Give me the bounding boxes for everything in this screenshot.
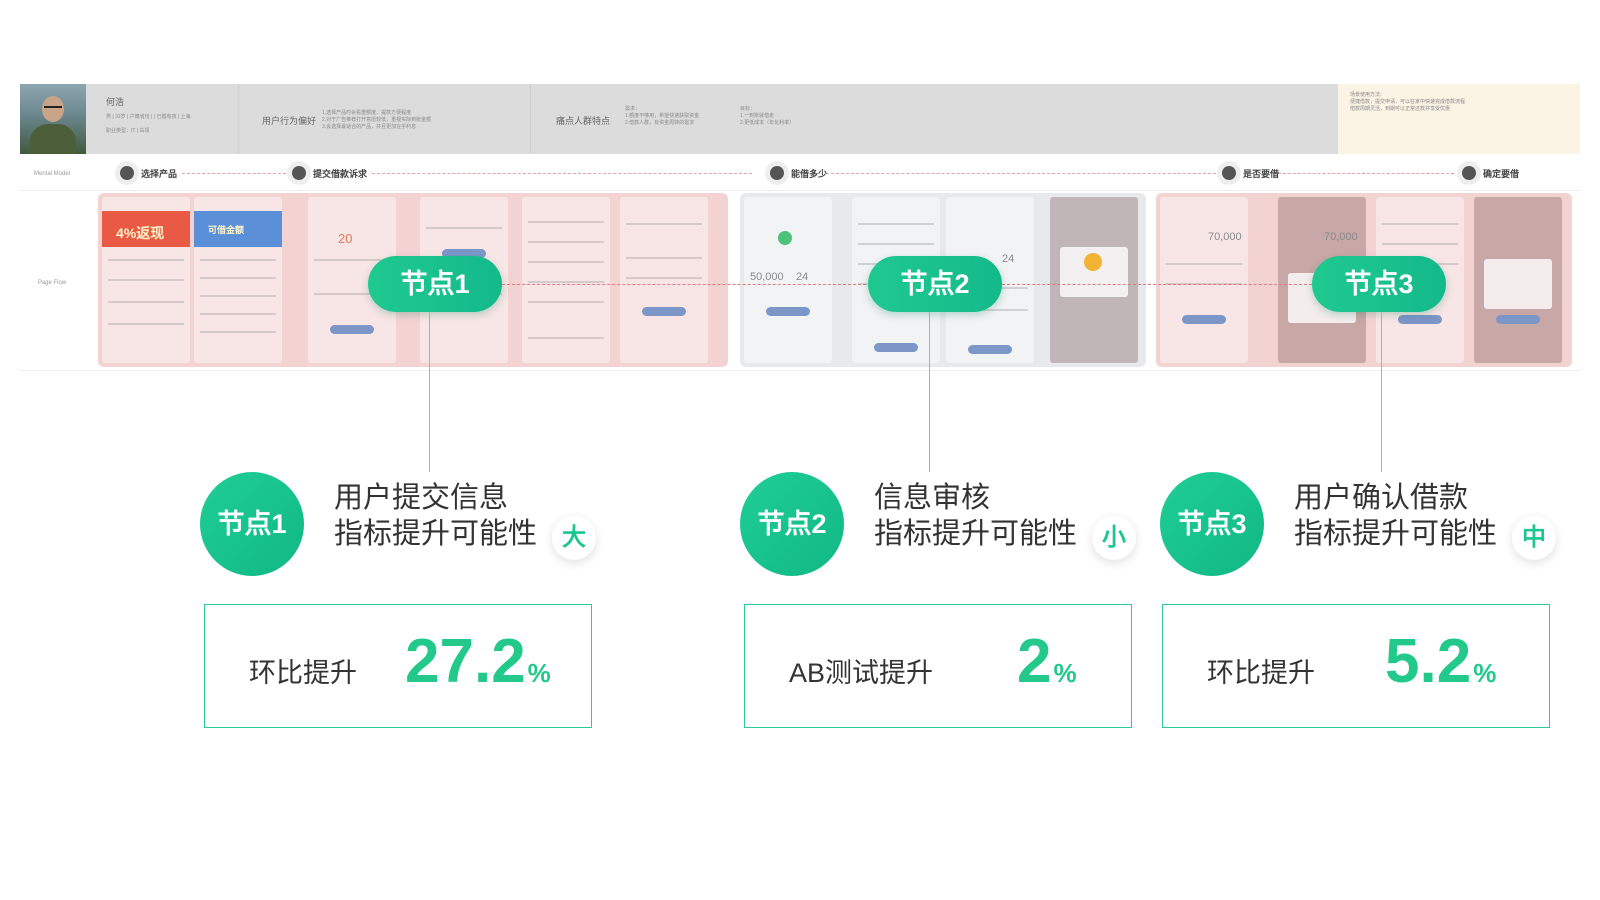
node-1-metric-value: 27.2% xyxy=(405,627,551,696)
node-2-likelihood-badge: 小 xyxy=(1092,516,1136,560)
node-3-pill: 节点3 xyxy=(1312,256,1446,312)
scenario-note: 场景使用方法： 便捷借款，提交申请，可以在家中快速完成借款流程 借款周期灵活，到… xyxy=(1338,84,1580,154)
node-3-subtitle: 指标提升可能性 xyxy=(1294,518,1498,550)
promo-text: 可借金额 xyxy=(208,225,245,235)
screen-thumbnail xyxy=(1050,197,1138,363)
goal-text: 目标： 1.一到账就借走 2.更低成本（年化利率） xyxy=(740,106,795,126)
mental-model-step-5: 确定要借 xyxy=(1483,169,1520,179)
node-2-title: 信息审核 xyxy=(874,482,991,514)
node-2-metric-card: AB测试提升 2% xyxy=(744,604,1132,728)
node-2-description: 信息审核 指标提升可能性 xyxy=(874,480,1077,552)
node-3-circle: 节点3 xyxy=(1160,472,1264,576)
persona-meta-2: 职业类型：IT | 白领 xyxy=(106,128,150,134)
screen-thumbnail xyxy=(1474,197,1562,363)
screen-thumbnail xyxy=(522,197,610,363)
mental-model-step-3: 能借多少 xyxy=(791,169,828,179)
mental-model-step-4: 是否要借 xyxy=(1243,169,1280,179)
screen-amount: 20 xyxy=(338,231,353,246)
promo-text: 4%返现 xyxy=(116,225,165,241)
mental-model-connector xyxy=(826,173,1216,174)
mental-model-dot xyxy=(1222,166,1236,180)
mental-model-connector xyxy=(1278,173,1454,174)
persona-name: 何浩 xyxy=(106,97,125,107)
node-3-title: 用户确认借款 xyxy=(1294,482,1469,514)
mental-model-step-1: 选择产品 xyxy=(141,169,178,179)
node-connector xyxy=(502,284,866,285)
node-3-likelihood-badge: 中 xyxy=(1512,516,1556,560)
pain-text: 需求： 1.额度不够用，希望快速获取资金 2.借款人群，有资金周转的需求 xyxy=(625,106,700,126)
mental-model-dot xyxy=(1462,166,1476,180)
node-1-title: 用户提交信息 xyxy=(334,482,509,514)
screen-thumbnail: 50,000 24 xyxy=(744,197,832,363)
scenario-note-text: 场景使用方法： 便捷借款，提交申请，可以在家中快速完成借款流程 借款周期灵活，到… xyxy=(1350,92,1466,112)
node-2-subtitle: 指标提升可能性 xyxy=(874,518,1078,550)
mental-model-connector xyxy=(372,173,752,174)
node-1-metric-card: 环比提升 27.2% xyxy=(204,604,592,728)
screen-amount: 70,000 xyxy=(1208,231,1242,243)
row-divider xyxy=(20,370,1580,371)
node-1-likelihood-badge: 大 xyxy=(552,516,596,560)
mental-model-step-2: 提交借款诉求 xyxy=(313,169,368,179)
node-2-pill: 节点2 xyxy=(868,256,1002,312)
row-divider xyxy=(20,190,1580,191)
persona-band: 何浩 男 | 32岁 | 户籍省份 | | 已婚有孩 | 上海 职业类型：IT … xyxy=(20,84,1580,154)
screen-thumbnail: 可借金额 xyxy=(194,197,282,363)
node-3-metric-card: 环比提升 5.2% xyxy=(1162,604,1550,728)
mental-model-dot xyxy=(292,166,306,180)
node-2-circle: 节点2 xyxy=(740,472,844,576)
screen-amount: 50,000 xyxy=(750,271,784,283)
screen-amount: 70,000 xyxy=(1324,231,1358,243)
persona-meta: 男 | 32岁 | 户籍省份 | | 已婚有孩 | 上海 xyxy=(106,114,191,120)
avatar xyxy=(20,84,86,154)
node-3-metric-label: 环比提升 xyxy=(1207,658,1315,688)
screen-thumbnail xyxy=(620,197,708,363)
node-1-leader xyxy=(429,312,430,472)
node-1-description: 用户提交信息 指标提升可能性 xyxy=(334,480,537,552)
node-3-leader xyxy=(1381,312,1382,472)
metric-unit: % xyxy=(1053,658,1077,688)
screen-thumbnail: 4%返现 xyxy=(102,197,190,363)
node-1-circle: 节点1 xyxy=(200,472,304,576)
node-2-leader xyxy=(929,312,930,472)
node-connector xyxy=(1002,284,1312,285)
node-2-metric-value: 2% xyxy=(1017,627,1077,696)
node-1-subtitle: 指标提升可能性 xyxy=(334,518,538,550)
behavior-text: 1.选择产品时会看重额度、提款方便程度 2.对于广告推荐打开意愿较低，重视实际到… xyxy=(322,110,432,130)
node-3-metric-value: 5.2% xyxy=(1385,627,1497,696)
mental-model-dot xyxy=(120,166,134,180)
screen-thumbnail: 70,000 xyxy=(1160,197,1248,363)
node-1-metric-label: 环比提升 xyxy=(249,658,357,688)
medal-icon xyxy=(1084,253,1102,271)
metric-unit: % xyxy=(1473,658,1497,688)
screen-amount: 24 xyxy=(1002,253,1015,265)
node-1-pill: 节点1 xyxy=(368,256,502,312)
node-3-description: 用户确认借款 指标提升可能性 xyxy=(1294,480,1497,552)
row-label-mental-model: Mental Model xyxy=(33,171,71,177)
node-2-metric-label: AB测试提升 xyxy=(789,658,934,688)
screen-amount: 24 xyxy=(796,271,809,283)
pain-title: 痛点人群特点 xyxy=(556,116,611,126)
behavior-title: 用户行为偏好 xyxy=(262,116,317,126)
mental-model-connector xyxy=(182,173,286,174)
metric-unit: % xyxy=(527,658,551,688)
row-label-page-flow: Page Flow xyxy=(37,280,67,286)
mental-model-dot xyxy=(770,166,784,180)
check-icon xyxy=(778,231,792,245)
